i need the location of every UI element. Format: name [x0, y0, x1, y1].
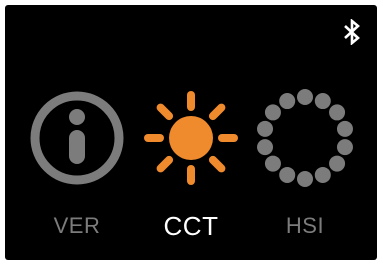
ring-dot [336, 139, 353, 156]
ring-dot [314, 166, 331, 183]
ring-dot [336, 120, 353, 137]
ring-dot [329, 155, 346, 172]
mode-button-ver[interactable]: VER [15, 5, 139, 260]
sun-ray [208, 103, 226, 121]
sun-ray [156, 103, 174, 121]
ring-dot [264, 155, 281, 172]
ring-dot [264, 104, 281, 121]
ring-dot [297, 89, 313, 105]
ring-dot [297, 171, 313, 187]
mode-label-ver: VER [53, 213, 101, 238]
ring-dot [257, 139, 274, 156]
dotted-circle-icon [255, 88, 355, 188]
sun-icon [141, 88, 241, 188]
mode-button-hsi[interactable]: HSI [243, 5, 367, 260]
ring-dot [314, 93, 331, 110]
ring-dot [279, 93, 296, 110]
mode-select-screen: VER CCT HSI [5, 5, 377, 260]
mode-label-hsi: HSI [285, 213, 325, 238]
ring-dot [329, 104, 346, 121]
mode-button-cct[interactable]: CCT [129, 5, 253, 260]
sun-ray [156, 155, 174, 173]
ring-dot [279, 166, 296, 183]
info-icon [27, 88, 127, 188]
ring-dot [257, 120, 274, 137]
mode-label-cct: CCT [163, 211, 219, 241]
sun-ray [208, 155, 226, 173]
